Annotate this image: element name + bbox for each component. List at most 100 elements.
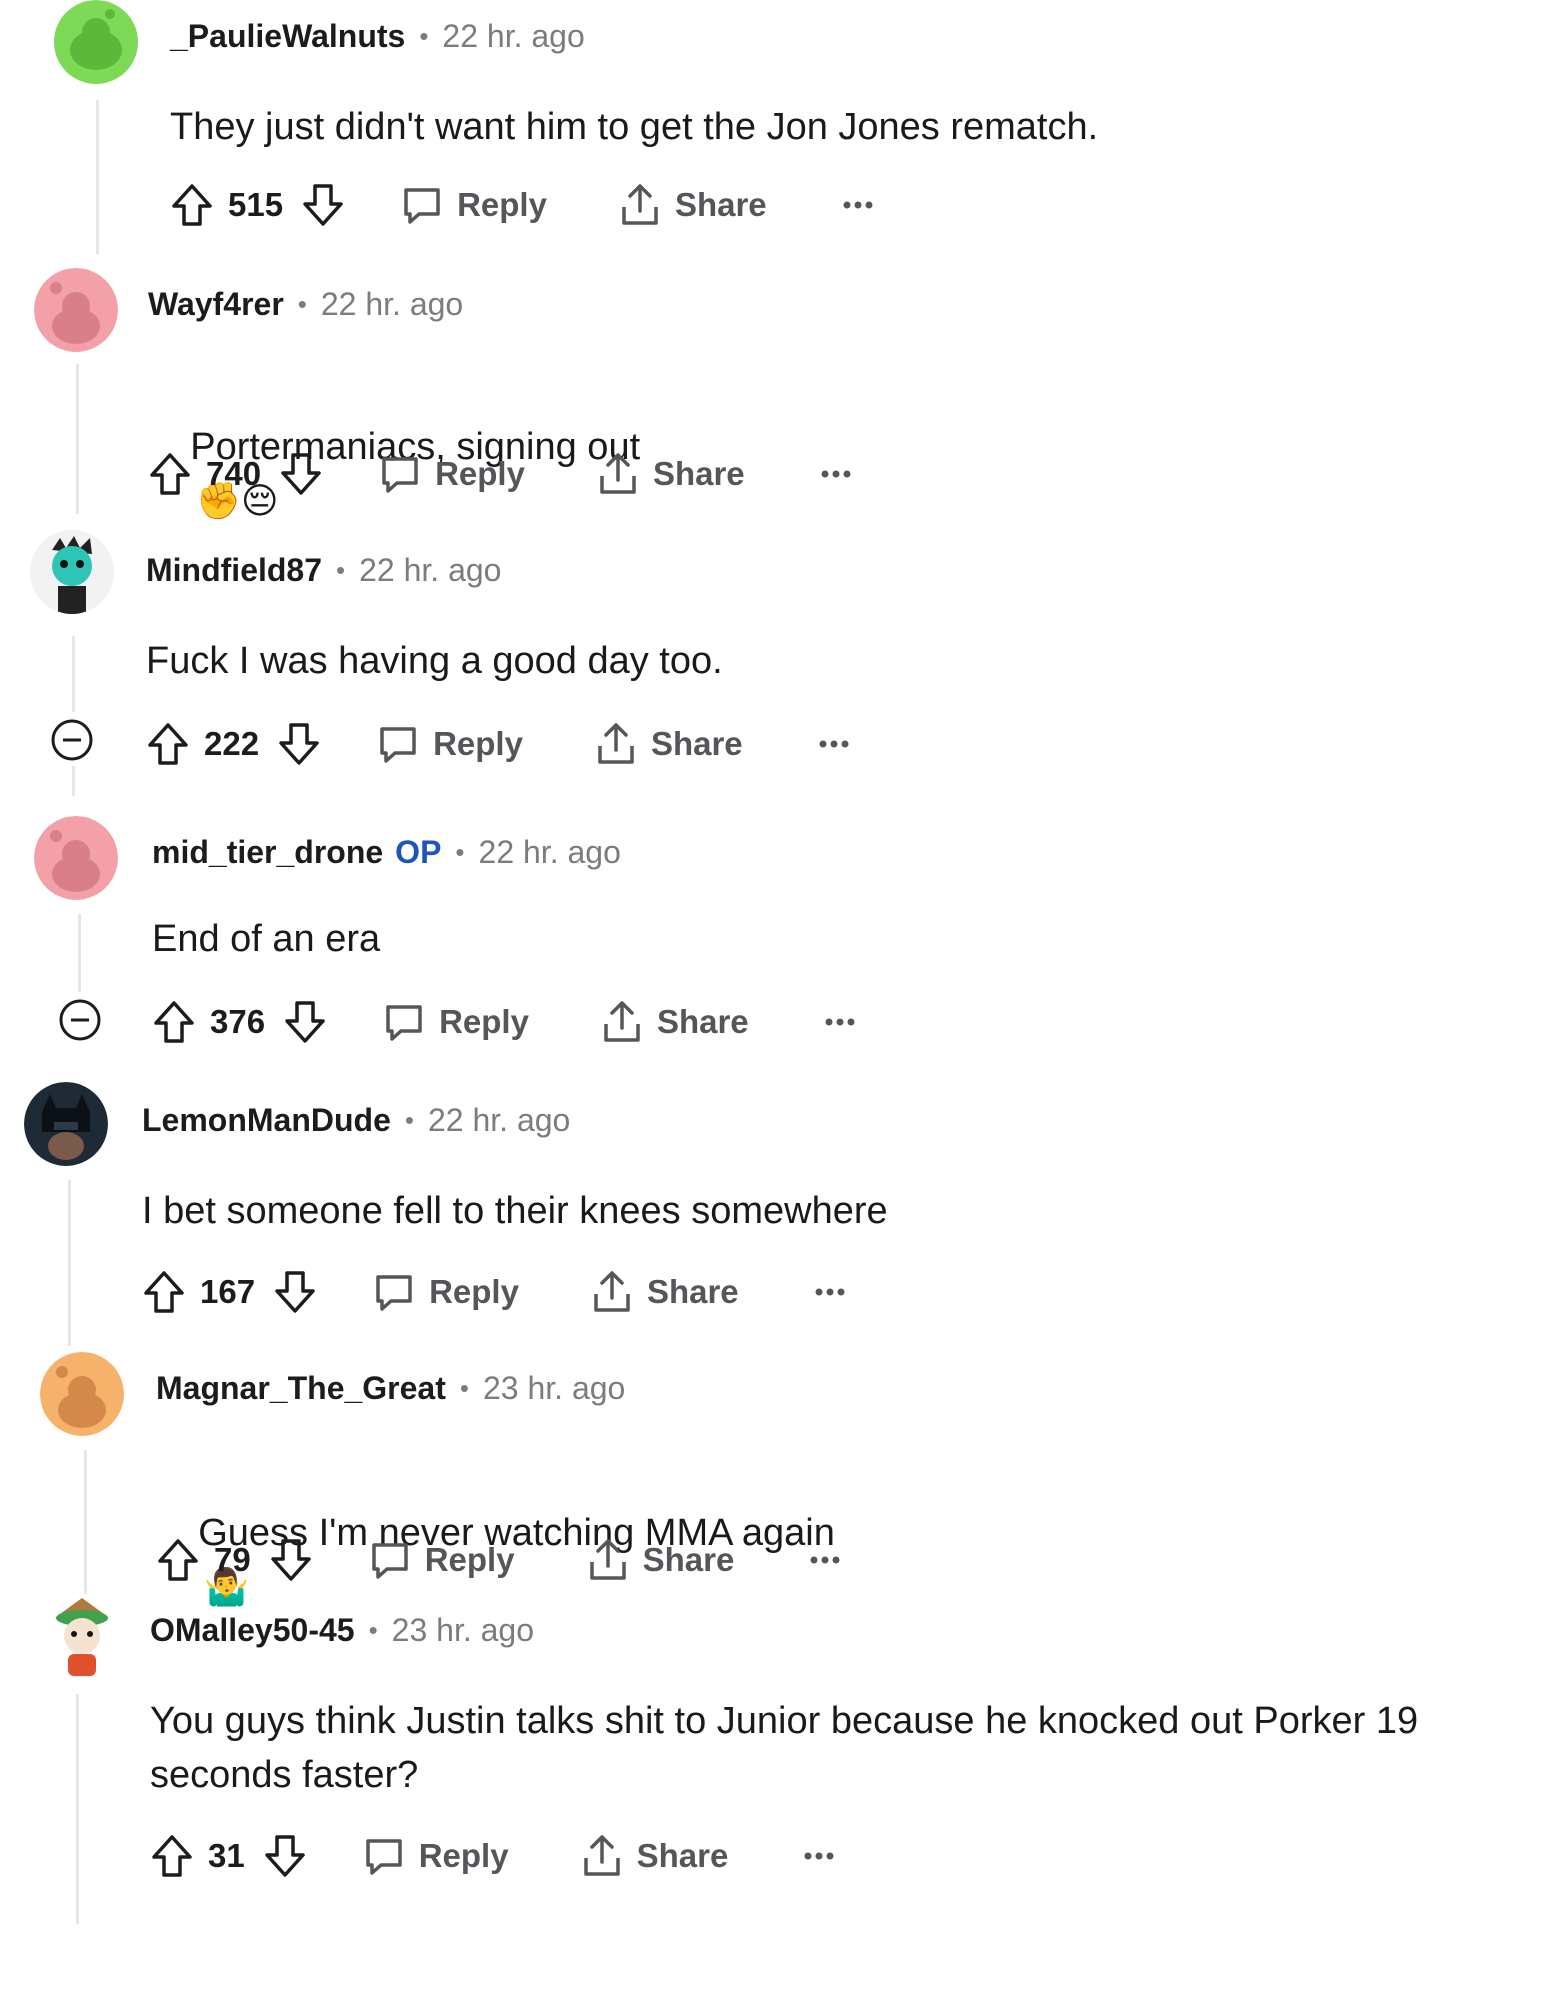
avatar[interactable]	[24, 1082, 108, 1166]
share-upload-icon	[594, 1271, 630, 1312]
comment-actions: 79 Reply Share	[156, 1530, 840, 1590]
share-upload-icon	[600, 453, 636, 494]
share-upload-icon	[604, 1001, 640, 1042]
share-button[interactable]: Share	[597, 452, 745, 496]
reply-label: Reply	[433, 725, 523, 762]
username[interactable]: LemonManDude	[142, 1102, 391, 1139]
speech-bubble-icon	[380, 727, 416, 763]
reply-label: Reply	[457, 186, 547, 223]
avatar[interactable]	[40, 1352, 124, 1436]
speech-bubble-icon	[382, 457, 418, 493]
upvote-arrow-icon[interactable]	[148, 451, 192, 497]
share-button[interactable]: Share	[591, 1270, 739, 1314]
share-button[interactable]: Share	[601, 1000, 749, 1044]
speech-bubble-icon	[376, 1275, 412, 1311]
timestamp: 22 hr. ago	[442, 18, 585, 54]
speech-bubble-icon	[365, 1839, 402, 1875]
share-upload-icon	[598, 723, 634, 764]
upvote-arrow-icon[interactable]	[156, 1537, 200, 1583]
avatar[interactable]	[30, 530, 114, 614]
downvote-arrow-icon[interactable]	[283, 999, 327, 1045]
thread-line[interactable]	[96, 100, 99, 254]
share-upload-icon	[583, 1835, 620, 1876]
timestamp: 23 hr. ago	[391, 1612, 535, 1648]
downvote-arrow-icon[interactable]	[263, 1833, 307, 1879]
reply-label: Reply	[424, 1541, 515, 1578]
share-upload-icon	[622, 184, 658, 225]
share-upload-icon	[589, 1539, 626, 1580]
comment-meta: Wayf4rer • 22 hr. ago	[148, 286, 463, 323]
username[interactable]: OMalley50-45	[150, 1612, 355, 1649]
share-button[interactable]: Share	[581, 1834, 728, 1878]
reply-button[interactable]: Reply	[401, 184, 547, 226]
ellipsis-icon[interactable]	[825, 1017, 855, 1027]
vote-score: 740	[206, 455, 262, 492]
downvote-arrow-icon[interactable]	[273, 1269, 317, 1315]
share-label: Share	[674, 186, 767, 223]
ellipsis-icon[interactable]	[821, 469, 851, 479]
reply-button[interactable]: Reply	[377, 723, 523, 765]
comment-actions: 31 Reply Share	[150, 1826, 834, 1886]
ellipsis-icon[interactable]	[843, 200, 873, 210]
ellipsis-icon[interactable]	[810, 1555, 840, 1565]
avatar[interactable]	[40, 1594, 124, 1678]
separator-dot: •	[455, 837, 465, 867]
thread-line[interactable]	[68, 1180, 71, 1346]
upvote-arrow-icon[interactable]	[152, 999, 196, 1045]
upvote-arrow-icon[interactable]	[170, 182, 214, 228]
ellipsis-icon[interactable]	[819, 739, 849, 749]
username[interactable]: _PaulieWalnuts	[170, 18, 405, 55]
avatar[interactable]	[52, 0, 140, 84]
thread-line[interactable]	[84, 1450, 87, 1596]
comment-text: End of an era	[152, 918, 381, 960]
vote-score: 376	[210, 1003, 266, 1040]
thread-line[interactable]	[72, 636, 75, 712]
reply-label: Reply	[418, 1837, 509, 1874]
comment-actions: 740 Reply Share	[148, 444, 851, 504]
downvote-arrow-icon[interactable]	[277, 721, 321, 767]
reply-button[interactable]: Reply	[369, 1539, 515, 1581]
separator-dot: •	[368, 1615, 378, 1645]
thread-line[interactable]	[76, 1694, 79, 1924]
ellipsis-icon[interactable]	[804, 1851, 834, 1861]
avatar[interactable]	[34, 268, 118, 352]
username[interactable]: mid_tier_drone	[152, 834, 383, 871]
share-button[interactable]: Share	[619, 183, 767, 227]
upvote-arrow-icon[interactable]	[142, 1269, 186, 1315]
comment-text: You guys think Justin talks shit to Juni…	[150, 1700, 1419, 1796]
reply-label: Reply	[429, 1273, 519, 1310]
comment-meta: _PaulieWalnuts • 22 hr. ago	[170, 18, 585, 55]
username[interactable]: Magnar_The_Great	[156, 1370, 446, 1407]
upvote-arrow-icon[interactable]	[146, 721, 190, 767]
collapse-minus-icon[interactable]	[50, 718, 93, 761]
timestamp: 22 hr. ago	[320, 286, 464, 322]
vote-score: 79	[214, 1541, 251, 1578]
thread-line[interactable]	[78, 914, 81, 992]
share-label: Share	[650, 725, 743, 762]
reply-label: Reply	[435, 455, 525, 492]
timestamp: 22 hr. ago	[359, 552, 502, 588]
ellipsis-icon[interactable]	[815, 1287, 845, 1297]
downvote-arrow-icon[interactable]	[279, 451, 323, 497]
downvote-arrow-icon[interactable]	[301, 182, 345, 228]
upvote-arrow-icon[interactable]	[150, 1833, 194, 1879]
reply-button[interactable]: Reply	[363, 1835, 509, 1877]
speech-bubble-icon	[404, 188, 440, 224]
reply-button[interactable]: Reply	[383, 1001, 529, 1043]
downvote-arrow-icon[interactable]	[269, 1537, 313, 1583]
thread-line[interactable]	[76, 364, 79, 514]
username[interactable]: Mindfield87	[146, 552, 322, 589]
comment-actions: 222 Reply Share	[146, 714, 849, 774]
share-button[interactable]: Share	[595, 722, 743, 766]
speech-bubble-icon	[386, 1005, 422, 1041]
username[interactable]: Wayf4rer	[148, 286, 284, 323]
collapse-minus-icon[interactable]	[58, 998, 101, 1041]
avatar[interactable]	[34, 816, 118, 900]
share-label: Share	[642, 1541, 735, 1578]
share-button[interactable]: Share	[587, 1538, 735, 1582]
vote-score: 167	[200, 1273, 256, 1310]
share-label: Share	[646, 1273, 739, 1310]
reply-button[interactable]: Reply	[373, 1271, 519, 1313]
reply-button[interactable]: Reply	[379, 453, 525, 495]
thread-line[interactable]	[72, 766, 75, 796]
